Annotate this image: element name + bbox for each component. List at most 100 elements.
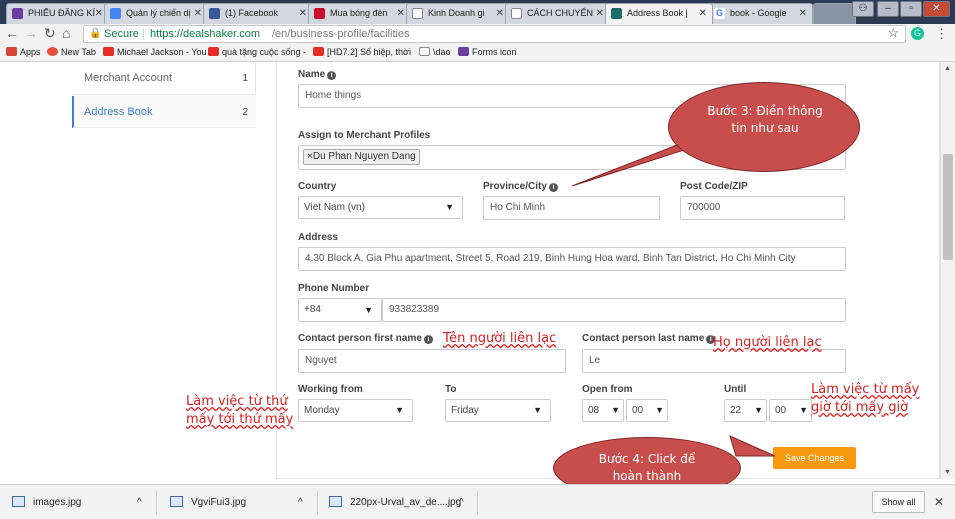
step4-callout-text: Bước 4: Click để hoàn thành	[598, 452, 696, 483]
working-from-select[interactable]: Monday ▼	[298, 399, 413, 422]
bookmark-label: Michael Jackson - You	[117, 47, 207, 57]
new-tab-icon	[47, 47, 58, 56]
image-file-icon	[12, 496, 25, 507]
show-all-downloads-button[interactable]: Show all	[872, 491, 925, 513]
facebook-icon	[209, 8, 220, 19]
bookmark-dao[interactable]: \dao	[419, 46, 451, 59]
phone-country-code-value: +84	[304, 304, 321, 315]
last-name-input[interactable]: Le	[582, 349, 846, 373]
working-from-value: Monday	[304, 405, 340, 416]
page-icon	[412, 8, 423, 19]
chevron-up-icon[interactable]: ^	[459, 493, 464, 513]
close-icon[interactable]: ✕	[95, 4, 103, 23]
page-scrollbar[interactable]: ▲ ▼	[940, 62, 955, 479]
province-label: Province/City i	[483, 181, 558, 192]
address-input[interactable]: 4.30 Block A, Gia Phu apartment, Street …	[298, 247, 846, 271]
close-icon[interactable]: ✕	[397, 4, 405, 23]
info-icon[interactable]: i	[327, 71, 337, 80]
phone-country-code-select[interactable]: +84 ▼	[298, 298, 382, 322]
star-icon[interactable]: ☆	[887, 25, 899, 41]
tab-title: Quản lý chiến dị	[126, 8, 191, 18]
caret-down-icon: ▼	[655, 405, 664, 415]
until-minute-select[interactable]: 00 ▼	[769, 399, 812, 422]
tab-phieu-dang-ki[interactable]: PHIẾU ĐĂNG KÍ ✕	[6, 3, 109, 24]
scroll-up-icon[interactable]: ▲	[944, 65, 951, 72]
download-item[interactable]: images.jpg	[12, 493, 81, 513]
home-icon[interactable]: ⌂	[62, 25, 70, 42]
working-to-select[interactable]: Friday ▼	[445, 399, 551, 422]
download-divider	[317, 491, 318, 515]
youtube-icon	[103, 47, 114, 56]
info-icon[interactable]: i	[548, 183, 558, 192]
bookmark-forms-icon[interactable]: Forms icon	[458, 46, 517, 59]
scroll-down-icon[interactable]: ▼	[944, 469, 951, 476]
working-days-annotation-line1: Làm việc từ thứ	[186, 394, 288, 409]
youtube-icon	[313, 47, 324, 56]
tab-google-search[interactable]: G book - Google ✕	[708, 3, 813, 24]
lock-icon: 🔒	[89, 28, 102, 39]
user-profile-icon[interactable]: ⚇	[852, 1, 874, 17]
tab-kinh-doanh[interactable]: Kinh Doanh gi ✕	[406, 3, 510, 24]
last-name-label-text: Contact person last name	[582, 333, 705, 344]
chevron-up-icon[interactable]: ^	[137, 493, 142, 513]
sidebar-item-address-book[interactable]: Address Book 2	[72, 96, 256, 128]
tab-title: Mua bóng đèn	[330, 8, 388, 18]
tab-cach-chuyen[interactable]: CÁCH CHUYỂN ✕	[505, 3, 610, 24]
close-icon[interactable]: ✕	[799, 4, 807, 23]
sidebar-item-count: 2	[242, 107, 248, 118]
bookmark-label: quà tặng cuộc sống -	[222, 47, 307, 57]
secure-label: Secure	[104, 28, 139, 40]
google-ads-icon	[110, 8, 121, 19]
menu-kebab-icon[interactable]: ⋮	[935, 25, 948, 42]
working-from-label: Working from	[298, 384, 363, 395]
close-icon[interactable]: ✕	[194, 4, 202, 23]
download-item[interactable]: VgviFui3.jpg	[170, 493, 246, 513]
tab-title: Kinh Doanh gi	[428, 8, 485, 18]
url-input[interactable]: 🔒 Secure | https://dealshaker.com /en/bu…	[83, 25, 906, 43]
until-hour-select[interactable]: 22 ▼	[724, 399, 767, 422]
open-from-label: Open from	[582, 384, 633, 395]
info-icon[interactable]: i	[423, 335, 433, 344]
open-minute-select[interactable]: 00 ▼	[626, 399, 668, 422]
open-hour-select[interactable]: 08 ▼	[582, 399, 624, 422]
working-to-value: Friday	[451, 405, 479, 416]
download-item[interactable]: 220px-Urval_av_de....jpg	[329, 493, 461, 513]
step3-callout-text: Bước 3: Điền thông tin như sau	[707, 104, 823, 135]
first-name-input[interactable]: Nguyet	[298, 349, 566, 373]
close-download-shelf-icon[interactable]: ✕	[934, 492, 944, 512]
bookmark-michael-jackson[interactable]: Michael Jackson - You	[103, 46, 207, 59]
bookmark-apps[interactable]: Apps	[6, 46, 41, 59]
tab-mua-bong-den[interactable]: Mua bóng đèn ✕	[308, 3, 411, 24]
forward-arrow-icon[interactable]: →	[24, 25, 38, 42]
minimize-icon[interactable]: –	[877, 1, 899, 17]
chevron-up-icon[interactable]: ^	[298, 493, 303, 513]
hours-annotation-line1: Làm việc từ mấy	[811, 382, 920, 397]
close-icon[interactable]: ✕	[299, 4, 307, 23]
reload-icon[interactable]: ↻	[44, 25, 56, 42]
sidebar-item-merchant-account[interactable]: Merchant Account 1	[72, 62, 256, 95]
close-icon[interactable]: ✕	[496, 4, 504, 23]
new-tab-button[interactable]	[813, 3, 856, 24]
maximize-icon[interactable]: ▫	[900, 1, 922, 17]
bookmark-new-tab[interactable]: New Tab	[47, 46, 96, 59]
tab-facebook[interactable]: (1) Facebook ✕	[203, 3, 313, 24]
first-name-label: Contact person first name i	[298, 333, 433, 344]
name-label-text: Name	[298, 69, 326, 80]
bookmark-label: New Tab	[61, 47, 96, 57]
province-label-text: Province/City	[483, 181, 547, 192]
close-icon[interactable]: ✕	[596, 4, 604, 23]
extension-grammarly-icon[interactable]: G	[911, 27, 924, 40]
bookmark-qua-tang[interactable]: quà tặng cuộc sống -	[208, 46, 306, 59]
country-select[interactable]: Viet Nam (vn) ▼	[298, 196, 463, 219]
close-icon[interactable]: ✕	[699, 4, 707, 23]
name-label: Name i	[298, 69, 337, 80]
scrollbar-thumb[interactable]	[943, 154, 953, 260]
working-days-annotation-line2: mấy tới thứ mấy	[186, 412, 294, 427]
window-close-icon[interactable]: ✕	[923, 1, 950, 17]
tab-address-book[interactable]: Address Book | ✕	[605, 3, 713, 24]
phone-input[interactable]: 933823389	[382, 298, 846, 322]
tab-quan-ly-chien-dich[interactable]: Quản lý chiến dị ✕	[104, 3, 208, 24]
back-arrow-icon[interactable]: ←	[5, 25, 19, 42]
bookmark-hd72[interactable]: [HD7.2] Số hiệp, thời	[313, 46, 411, 59]
caret-down-icon: ▼	[395, 405, 404, 415]
